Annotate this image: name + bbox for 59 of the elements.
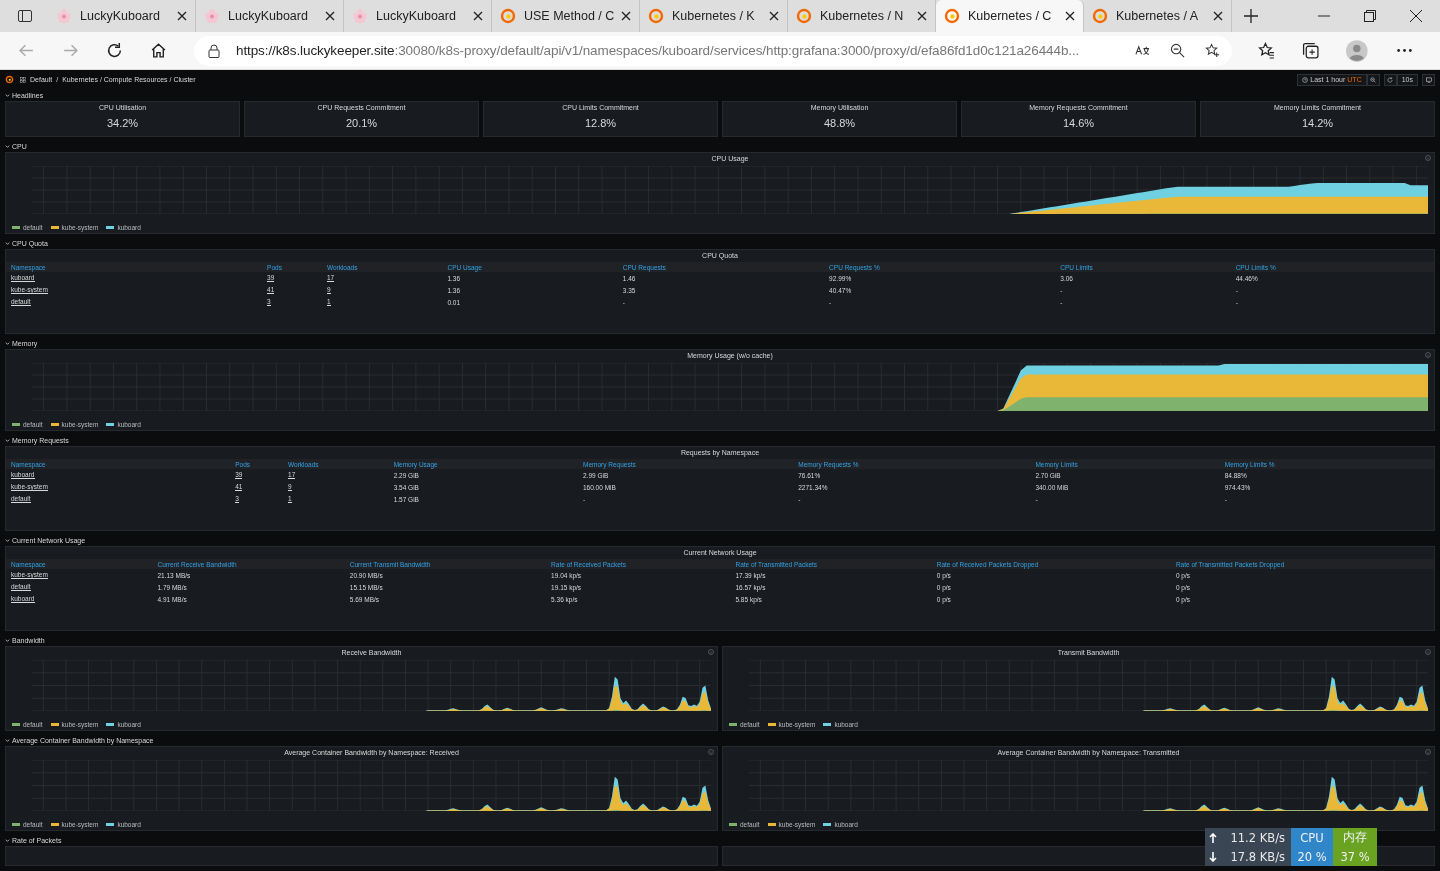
memory-label: 内存: [1343, 830, 1367, 846]
upload-arrow-icon: [1209, 832, 1217, 843]
home-icon[interactable]: [150, 42, 167, 59]
close-icon[interactable]: [325, 11, 335, 21]
stat-value: 14.6%: [1062, 117, 1095, 129]
download-speed: 17.8 KB/s: [1230, 849, 1285, 864]
restore-icon[interactable]: [1364, 10, 1376, 22]
tab-actions-icon[interactable]: [17, 8, 33, 24]
close-icon[interactable]: [1065, 11, 1075, 21]
chevron-icon[interactable]: [5, 537, 10, 543]
flower-icon: [352, 8, 368, 24]
refresh-icon[interactable]: [106, 42, 123, 59]
flower-icon: [204, 8, 220, 24]
info-icon: [1425, 649, 1431, 655]
cpu-label: CPU: [1300, 830, 1324, 845]
stat-value: 20.1%: [345, 117, 378, 129]
close-icon[interactable]: [1213, 11, 1223, 21]
browser-tab[interactable]: Kubernetes / C: [936, 0, 1084, 32]
chevron-icon[interactable]: [5, 143, 10, 149]
chevron-icon[interactable]: [5, 340, 10, 346]
info-icon: [708, 649, 714, 655]
chevron-icon[interactable]: [5, 92, 10, 98]
close-icon[interactable]: [1410, 10, 1422, 22]
close-icon[interactable]: [473, 11, 483, 21]
memory-usage: 37 %: [1340, 849, 1370, 864]
add-favorite-icon[interactable]: [1205, 43, 1221, 58]
stat-value: 12.8%: [584, 117, 617, 129]
chevron-icon[interactable]: [5, 837, 10, 843]
stat-value: 34.2%: [106, 117, 139, 129]
info-icon: [708, 749, 714, 755]
chevron-icon[interactable]: [5, 737, 10, 743]
zoom-out-icon[interactable]: [1170, 43, 1186, 58]
favorites-icon[interactable]: [1258, 42, 1276, 59]
stat-value: 14.2%: [1301, 117, 1334, 129]
info-icon: [1425, 352, 1431, 358]
close-icon[interactable]: [917, 11, 927, 21]
download-arrow-icon: [1209, 851, 1217, 862]
upload-speed: 11.2 KB/s: [1230, 830, 1285, 845]
url-text: https://k8s.luckykeeper.site:30080/k8s-proxy/default/api/v1/namespaces/kuboard/services/http:grafana:3000/proxy/d/efa86fd1d0c121a26444b...: [236, 43, 1081, 58]
close-icon[interactable]: [177, 11, 187, 21]
close-icon[interactable]: [769, 11, 779, 21]
profile-avatar-icon[interactable]: [1346, 39, 1368, 62]
info-icon: [1425, 155, 1431, 161]
dashboard-grid-icon: [20, 76, 26, 83]
read-aloud-icon[interactable]: [1135, 43, 1151, 58]
refresh-button[interactable]: [1383, 73, 1397, 86]
clock-icon[interactable]: [1302, 76, 1309, 83]
cpu-usage: 20 %: [1297, 849, 1327, 864]
collections-icon[interactable]: [1302, 42, 1320, 59]
chevron-icon[interactable]: [5, 437, 10, 443]
info-icon: [1425, 749, 1431, 755]
new-tab-icon[interactable]: [1244, 9, 1258, 23]
flower-icon: [56, 8, 72, 24]
lock-icon[interactable]: [208, 43, 220, 58]
close-icon[interactable]: [621, 11, 631, 21]
stat-value: 48.8%: [823, 117, 856, 129]
chevron-icon[interactable]: [5, 637, 10, 643]
address-field[interactable]: https://k8s.luckykeeper.site:30080/k8s-proxy/default/api/v1/namespaces/kuboard/services/http:grafana:3000/proxy/d/efa86fd1d0c121a26444b...: [194, 35, 1233, 66]
chevron-icon[interactable]: [5, 240, 10, 246]
